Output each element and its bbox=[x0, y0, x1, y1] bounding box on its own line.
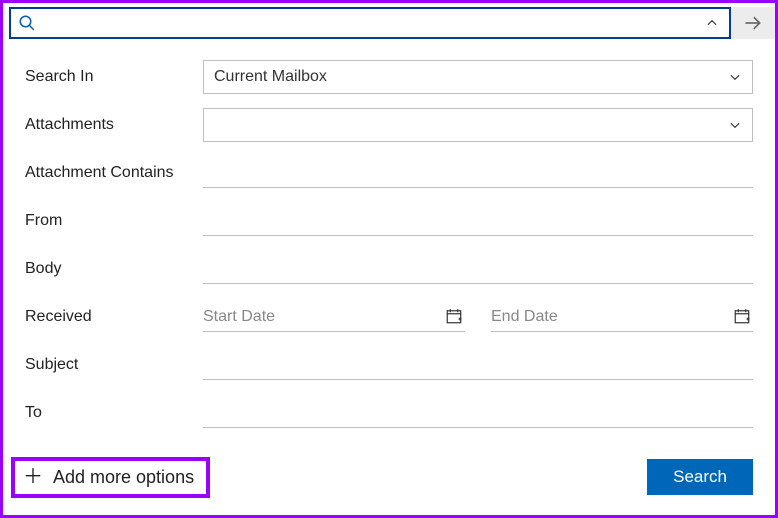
search-topbar bbox=[3, 3, 775, 43]
label-to: To bbox=[25, 404, 203, 422]
calendar-icon bbox=[445, 307, 465, 327]
label-from: From bbox=[25, 212, 203, 230]
chevron-down-icon bbox=[728, 118, 742, 132]
label-received: Received bbox=[25, 308, 203, 326]
start-date-placeholder: Start Date bbox=[203, 308, 275, 326]
attachments-dropdown[interactable] bbox=[203, 108, 753, 142]
to-input[interactable] bbox=[203, 398, 753, 428]
subject-input[interactable] bbox=[203, 350, 753, 380]
calendar-icon bbox=[733, 307, 753, 327]
attachment-contains-input[interactable] bbox=[203, 158, 753, 188]
collapse-icon[interactable] bbox=[695, 16, 729, 30]
label-subject: Subject bbox=[25, 356, 203, 374]
panel-footer: ＋ Add more options Search bbox=[5, 449, 753, 505]
label-body: Body bbox=[25, 260, 203, 278]
received-end-date[interactable]: End Date bbox=[491, 302, 753, 332]
plus-icon: ＋ bbox=[23, 467, 43, 487]
submit-arrow-button[interactable] bbox=[731, 7, 775, 39]
add-more-label: Add more options bbox=[53, 467, 194, 488]
chevron-down-icon bbox=[728, 70, 742, 84]
advanced-search-panel: Search In Current Mailbox Attachments At… bbox=[3, 43, 775, 437]
received-start-date[interactable]: Start Date bbox=[203, 302, 465, 332]
end-date-placeholder: End Date bbox=[491, 308, 558, 326]
search-bar[interactable] bbox=[9, 7, 731, 39]
body-input[interactable] bbox=[203, 254, 753, 284]
search-in-value: Current Mailbox bbox=[214, 68, 327, 86]
add-more-options-button[interactable]: ＋ Add more options bbox=[11, 457, 210, 498]
label-attachment-contains: Attachment Contains bbox=[25, 164, 203, 182]
label-search-in: Search In bbox=[25, 68, 203, 86]
from-input[interactable] bbox=[203, 206, 753, 236]
search-input[interactable] bbox=[37, 10, 695, 36]
search-button[interactable]: Search bbox=[647, 459, 753, 495]
search-in-dropdown[interactable]: Current Mailbox bbox=[203, 60, 753, 94]
label-attachments: Attachments bbox=[25, 116, 203, 134]
search-icon bbox=[17, 13, 37, 33]
